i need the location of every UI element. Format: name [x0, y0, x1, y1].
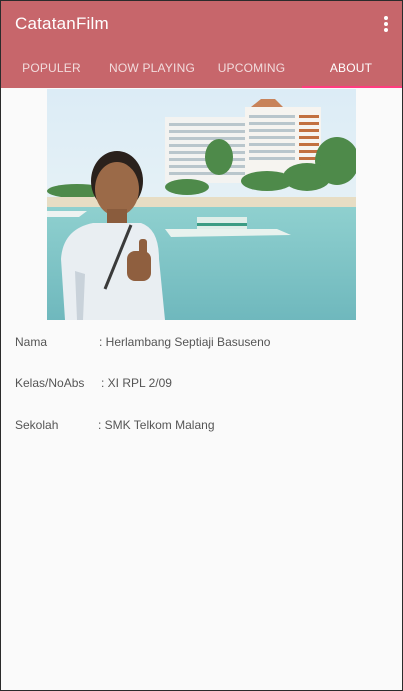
tab-bar: POPULER NOW PLAYING UPCOMING ABOUT [0, 48, 403, 88]
info-row-nama: Nama : Herlambang Septiaji Basuseno [15, 335, 270, 349]
tab-upcoming[interactable]: UPCOMING [201, 48, 302, 86]
profile-photo [47, 89, 356, 320]
kelas-value: : XI RPL 2/09 [101, 376, 172, 390]
tab-indicator [302, 86, 402, 88]
nama-label: Nama [15, 335, 48, 349]
app-title: CatatanFilm [15, 14, 109, 33]
tab-now-playing[interactable]: NOW PLAYING [103, 48, 201, 86]
nama-value: : Herlambang Septiaji Basuseno [99, 335, 271, 349]
sekolah-value: : SMK Telkom Malang [98, 418, 215, 432]
sekolah-label: Sekolah [15, 418, 59, 432]
tab-populer[interactable]: POPULER [0, 48, 103, 86]
more-vert-icon[interactable] [383, 16, 389, 34]
tab-about[interactable]: ABOUT [302, 48, 400, 86]
info-row-kelas: Kelas/NoAbs : XI RPL 2/09 [15, 376, 172, 390]
app-bar: CatatanFilm POPULER NOW PLAYING UPCOMING… [0, 0, 403, 88]
kelas-label: Kelas/NoAbs [15, 376, 85, 390]
info-row-sekolah: Sekolah : SMK Telkom Malang [15, 418, 215, 432]
